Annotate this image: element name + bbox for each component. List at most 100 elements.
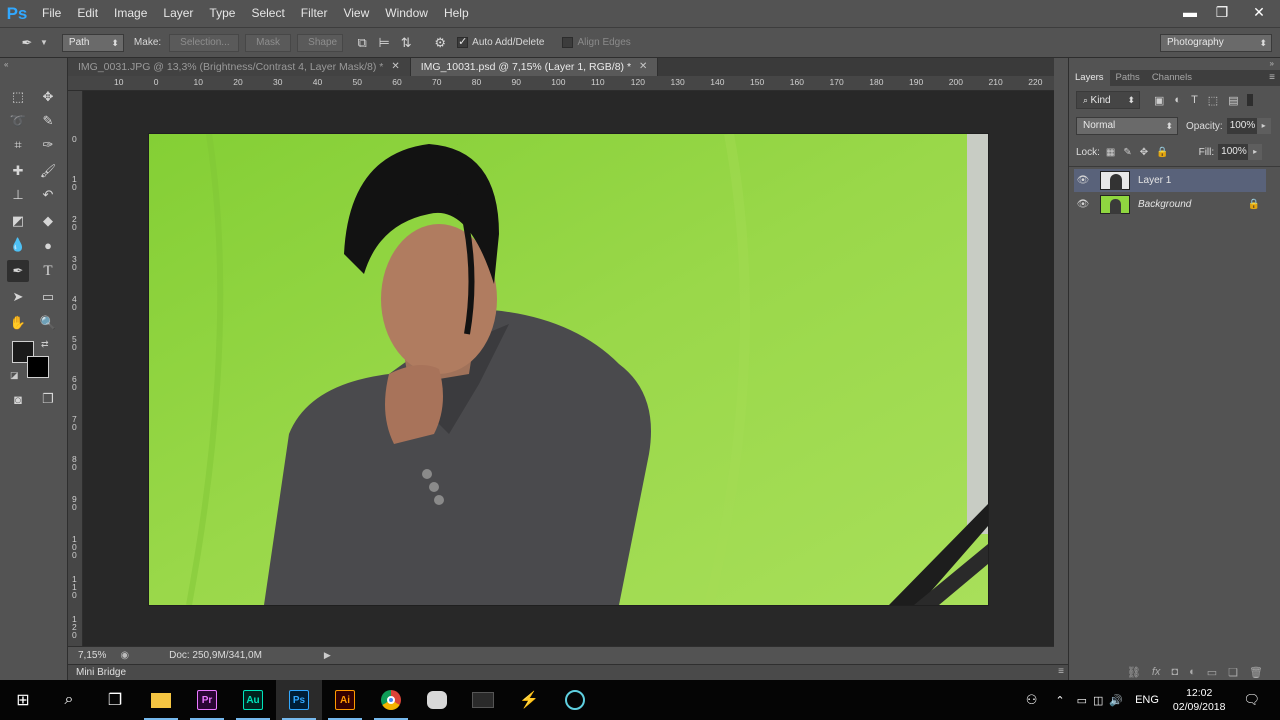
lasso-tool-icon[interactable]: ➰ [7, 110, 29, 132]
default-colors-icon[interactable]: ◪ [10, 370, 19, 381]
lock-position-icon[interactable]: ✥ [1140, 147, 1148, 158]
panel-collapse-icon[interactable]: « [4, 60, 8, 69]
restore-button[interactable]: ❐ [1206, 0, 1238, 24]
battery-icon[interactable]: ▭ [1077, 694, 1087, 707]
menu-layer[interactable]: Layer [155, 0, 201, 27]
quick-mask-icon[interactable]: ◙ [7, 388, 29, 410]
mini-bridge-bar[interactable]: Mini Bridge ≡ [68, 664, 1068, 680]
eraser-tool-icon[interactable]: ◩ [7, 210, 29, 232]
illustrator-app-icon[interactable]: Ai [322, 680, 368, 720]
task-view-icon[interactable]: ❐ [92, 680, 138, 720]
eyedropper-tool-icon[interactable]: ✑ [37, 134, 59, 156]
panel-collapse-icon[interactable]: » [1270, 59, 1274, 68]
pen-tool-icon[interactable]: ✒ [7, 260, 29, 282]
menu-view[interactable]: View [335, 0, 377, 27]
align-edges-checkbox[interactable]: Align Edges [562, 36, 631, 48]
clock[interactable]: 12:02 02/09/2018 [1173, 686, 1226, 714]
new-adjustment-icon[interactable]: ◐ [1189, 666, 1196, 678]
move-tool-icon[interactable]: ✥ [37, 86, 59, 108]
close-icon[interactable]: ✕ [639, 58, 647, 76]
layer-name[interactable]: Background [1138, 199, 1191, 210]
tab-layers[interactable]: Layers [1069, 70, 1110, 86]
link-layers-icon[interactable]: ⛓ [1127, 666, 1141, 679]
new-group-icon[interactable]: ▭ [1207, 666, 1217, 679]
make-shape-button[interactable]: Shape [297, 33, 344, 52]
eye-icon[interactable]: 👁 [1074, 175, 1092, 186]
lock-all-icon[interactable]: 🔒 [1156, 147, 1168, 158]
filter-adjustment-icon[interactable]: ◐ [1174, 94, 1181, 106]
fill-dropdown-icon[interactable]: ▸ [1248, 144, 1263, 160]
menu-window[interactable]: Window [377, 0, 436, 27]
path-alignment-icon[interactable]: ⊨ [373, 32, 395, 54]
rectangle-tool-icon[interactable]: ▭ [37, 286, 59, 308]
menu-help[interactable]: Help [436, 0, 477, 27]
blend-mode-select[interactable]: Normal [1076, 117, 1178, 135]
eye-icon[interactable]: 👁 [1074, 199, 1092, 210]
zoom-tool-icon[interactable]: 🔍 [37, 312, 59, 334]
panel-menu-icon[interactable]: ≡ [1269, 70, 1275, 86]
chevron-up-icon[interactable]: ⌃ [1055, 694, 1064, 707]
add-mask-icon[interactable]: ◘ [1171, 666, 1178, 678]
swap-colors-icon[interactable]: ⇄ [41, 339, 49, 350]
filter-shape-icon[interactable]: ⬚ [1208, 94, 1218, 107]
vertical-ruler[interactable]: 0 1 0 2 0 3 0 4 0 5 0 6 0 7 0 8 0 9 0 1 0 0 1 1 0 1 … [68, 91, 83, 679]
document-tab-img-10031[interactable]: IMG_10031.psd @ 7,15% (Layer 1, RGB/8) *… [410, 58, 659, 76]
panel-menu-icon[interactable]: ≡ [1058, 666, 1064, 677]
marquee-tool-icon[interactable]: ⬚ [7, 86, 29, 108]
status-info-icon[interactable]: ◉ [120, 650, 129, 661]
brush-tool-icon[interactable]: 🖌 [37, 160, 59, 182]
make-mask-button[interactable]: Mask [245, 33, 292, 52]
app-pencil-icon[interactable]: ⚡ [506, 680, 552, 720]
menu-filter[interactable]: Filter [293, 0, 336, 27]
filter-smart-object-icon[interactable]: ▤ [1228, 94, 1238, 107]
fill-input[interactable]: 100% [1218, 144, 1249, 160]
opacity-input[interactable]: 100% [1226, 118, 1257, 134]
tab-paths[interactable]: Paths [1110, 70, 1146, 86]
menu-edit[interactable]: Edit [69, 0, 106, 27]
file-explorer-icon[interactable] [138, 680, 184, 720]
network-icon[interactable]: ◫ [1093, 694, 1103, 707]
people-icon[interactable]: ⚇ [1026, 692, 1038, 708]
opacity-dropdown-icon[interactable]: ▸ [1256, 118, 1271, 134]
photoshop-app-icon[interactable]: Ps [276, 680, 322, 720]
quick-selection-tool-icon[interactable]: ✎ [37, 110, 59, 132]
dodge-tool-icon[interactable]: ● [37, 234, 59, 256]
minimize-button[interactable]: ▬ [1174, 0, 1206, 24]
make-selection-button[interactable]: Selection... [169, 33, 240, 52]
app-cat-icon[interactable] [414, 680, 460, 720]
close-button[interactable]: ✕ [1238, 0, 1280, 24]
layer-row-layer-1[interactable]: 👁 Layer 1 [1074, 169, 1266, 192]
auto-add-delete-checkbox[interactable]: Auto Add/Delete [457, 35, 544, 48]
clone-stamp-tool-icon[interactable]: ⊥ [7, 184, 29, 206]
pen-tool-preset-icon[interactable]: ✒ [16, 32, 38, 54]
path-selection-tool-icon[interactable]: ➤ [7, 286, 29, 308]
layer-row-background[interactable]: 👁 Background 🔒 [1074, 193, 1266, 216]
menu-type[interactable]: Type [201, 0, 243, 27]
notifications-icon[interactable]: 🗨 [1243, 692, 1260, 708]
screen-mode-icon[interactable]: ❐ [37, 388, 59, 410]
workspace-select[interactable]: Photography [1160, 33, 1272, 52]
path-operations-icon[interactable]: ⧉ [351, 32, 373, 54]
hand-tool-icon[interactable]: ✋ [7, 312, 29, 334]
status-menu-arrow-icon[interactable]: ▶ [324, 650, 331, 661]
healing-brush-tool-icon[interactable]: ✚ [7, 160, 29, 182]
language-indicator[interactable]: ENG [1135, 694, 1159, 706]
paint-bucket-tool-icon[interactable]: ◆ [37, 210, 59, 232]
search-icon[interactable]: ⌕ [46, 680, 92, 720]
delete-layer-icon[interactable]: 🗑 [1249, 666, 1263, 679]
layer-name[interactable]: Layer 1 [1138, 175, 1171, 186]
close-icon[interactable]: ✕ [391, 58, 399, 76]
crop-tool-icon[interactable]: ⌗ [7, 134, 29, 156]
filter-toggle-icon[interactable] [1246, 94, 1253, 106]
blur-tool-icon[interactable]: 💧 [7, 234, 29, 256]
layer-filter-kind-select[interactable]: ⌕ Kind [1076, 91, 1140, 109]
layer-style-icon[interactable]: fx [1152, 666, 1161, 678]
horizontal-ruler[interactable]: 10 0 10 20 30 40 50 60 70 80 90 100 110 120 130 140 150 1… [68, 76, 1054, 91]
lock-transparent-icon[interactable]: ▦ [1106, 147, 1115, 158]
path-arrangement-icon[interactable]: ⇅ [395, 32, 417, 54]
app-dark-icon[interactable] [460, 680, 506, 720]
tab-channels[interactable]: Channels [1146, 70, 1198, 86]
background-color-swatch[interactable] [27, 356, 49, 378]
menu-image[interactable]: Image [106, 0, 155, 27]
premiere-app-icon[interactable]: Pr [184, 680, 230, 720]
